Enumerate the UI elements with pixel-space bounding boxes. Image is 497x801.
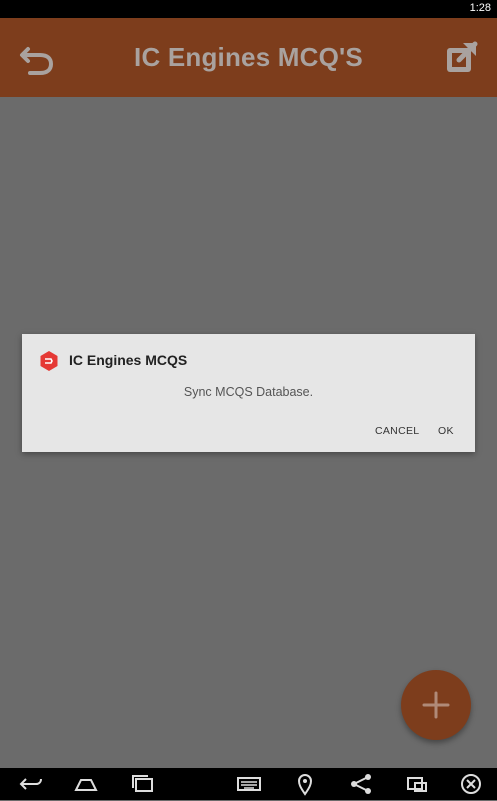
dialog-title: IC Engines MCQS [69,352,188,368]
ok-button[interactable]: OK [438,425,454,437]
share-icon[interactable] [348,772,374,796]
sync-dialog: IC Engines MCQS Sync MCQS Database. CANC… [22,334,475,452]
app-bar: IC Engines MCQ'S [0,18,497,97]
external-link-icon[interactable] [441,38,481,78]
add-button[interactable] [401,670,471,740]
system-nav-bar [0,768,497,800]
screen-icon[interactable] [404,772,430,796]
recent-apps-icon[interactable] [130,772,156,796]
plus-icon [421,690,451,720]
app-logo-icon [39,351,59,371]
keyboard-icon[interactable] [236,772,262,796]
location-icon[interactable] [292,772,318,796]
home-icon[interactable] [73,772,99,796]
dialog-message: Sync MCQS Database. [183,385,314,399]
page-title: IC Engines MCQ'S [134,42,363,72]
clock-text: 1:28 [469,2,491,14]
close-icon[interactable] [458,772,484,796]
status-bar: 1:28 [0,0,497,18]
back-icon[interactable] [18,772,44,796]
cancel-button[interactable]: CANCEL [375,425,419,437]
